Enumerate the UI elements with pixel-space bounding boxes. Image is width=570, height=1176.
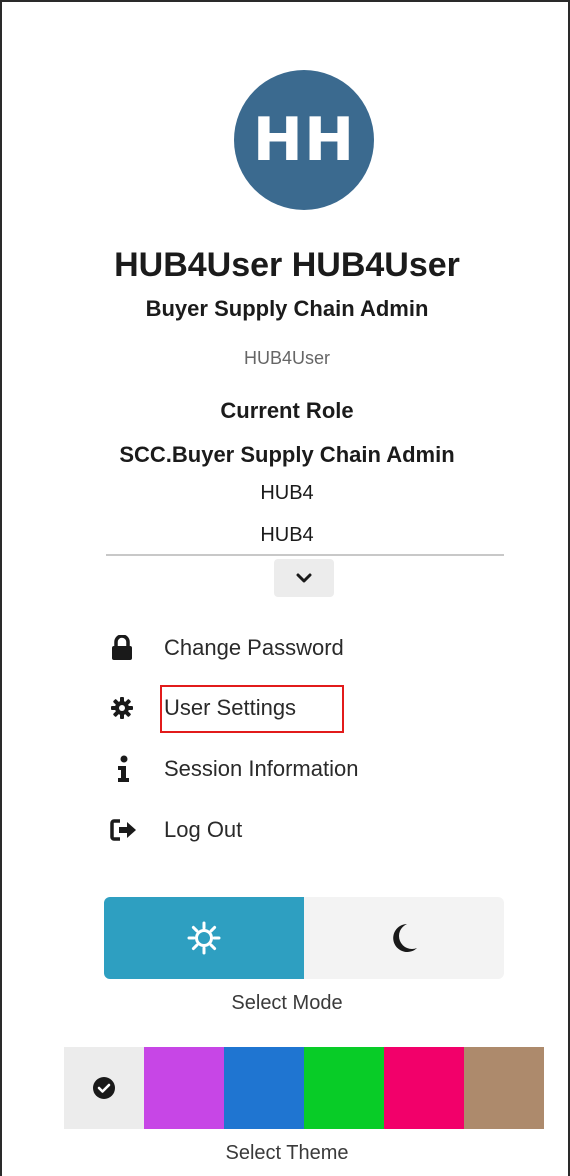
sun-icon	[187, 921, 221, 955]
expand-roles-button[interactable]	[274, 559, 334, 597]
menu-item-session-information[interactable]: Session Information	[110, 749, 358, 789]
gear-icon	[110, 693, 144, 723]
avatar-initials: HH	[252, 105, 356, 175]
theme-swatch-purple[interactable]	[144, 1047, 224, 1129]
menu-item-change-password[interactable]: Change Password	[110, 628, 344, 668]
sign-out-icon	[110, 815, 144, 845]
theme-swatch-pink[interactable]	[384, 1047, 464, 1129]
theme-swatch-green[interactable]	[304, 1047, 384, 1129]
organization-line-2: HUB4	[260, 524, 314, 546]
organization-line-1: HUB4	[260, 482, 314, 504]
user-full-name: HUB4User HUB4User	[114, 246, 460, 284]
theme-swatch-blue[interactable]	[224, 1047, 304, 1129]
check-circle-icon	[93, 1077, 115, 1099]
menu-item-label: Change Password	[164, 635, 344, 660]
select-theme-caption: Select Theme	[225, 1142, 349, 1164]
theme-swatch-default[interactable]	[64, 1047, 144, 1129]
select-mode-caption: Select Mode	[231, 992, 343, 1014]
user-job-title: Buyer Supply Chain Admin	[145, 296, 429, 321]
divider	[106, 554, 504, 556]
username: HUB4User	[243, 348, 331, 368]
mode-toggle	[104, 897, 504, 979]
current-role-label: Current Role	[220, 398, 354, 423]
dark-mode-button[interactable]	[304, 897, 504, 979]
chevron-down-icon	[296, 573, 312, 583]
menu-item-label: Session Information	[164, 756, 359, 781]
highlight-box	[160, 685, 344, 733]
theme-swatch-brown[interactable]	[464, 1047, 544, 1129]
moon-icon	[393, 924, 417, 952]
menu-item-log-out[interactable]: Log Out	[110, 810, 242, 850]
light-mode-button[interactable]	[104, 897, 304, 979]
user-profile-panel: HH HUB4User HUB4User Buyer Supply Chain …	[0, 0, 570, 1176]
info-icon	[110, 754, 144, 784]
current-role-value: SCC.Buyer Supply Chain Admin	[119, 442, 455, 467]
avatar: HH	[234, 70, 374, 210]
lock-icon	[110, 633, 144, 663]
theme-swatch-row	[64, 1047, 544, 1129]
menu-item-label: Log Out	[164, 817, 243, 842]
